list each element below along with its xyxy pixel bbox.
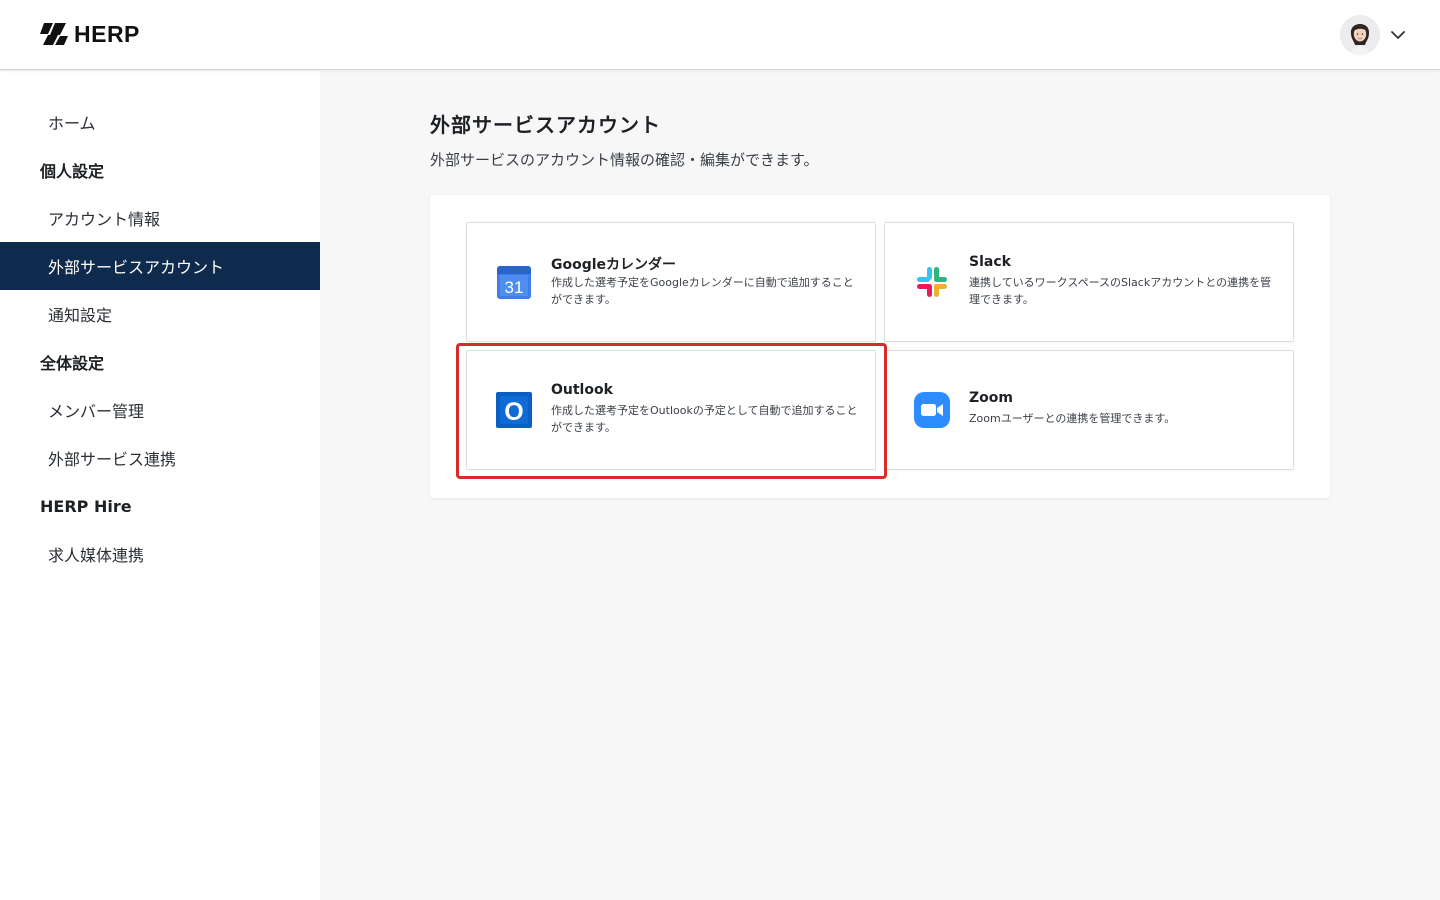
sidebar-item-home[interactable]: ホーム	[0, 98, 320, 146]
avatar-image	[1340, 15, 1380, 55]
user-menu[interactable]	[1340, 14, 1406, 56]
card-description: 作成した選考予定をGoogleカレンダーに自動で追加することができます。	[551, 276, 854, 306]
herp-logo-icon	[40, 23, 68, 45]
page-description: 外部サービスのアカウント情報の確認・編集ができます。	[430, 151, 819, 169]
sidebar-item-label: 外部サービス連携	[48, 450, 177, 469]
sidebar-item-job-board-integration[interactable]: 求人媒体連携	[0, 530, 320, 578]
main-content: 外部サービスアカウント 外部サービスのアカウント情報の確認・編集ができます。 3…	[320, 71, 1440, 900]
sidebar: ホーム 個人設定 アカウント情報 外部サービスアカウント 通知設定 全体設定 メ…	[0, 71, 320, 900]
outlook-card[interactable]: O Outlook 作成した選考予定をOutlookの予定として自動で追加するこ…	[466, 350, 876, 470]
sidebar-item-label: メンバー管理	[48, 402, 145, 421]
service-cards-panel: 31 Googleカレンダー 作成した選考予定をGoogleカレンダーに自動で追…	[430, 195, 1330, 498]
card-description: Zoomユーザーとの連携を管理できます。	[969, 412, 1176, 425]
slack-icon	[917, 267, 947, 297]
sidebar-item-label: ホーム	[48, 114, 96, 133]
top-header: HERP	[0, 0, 1440, 70]
slack-card[interactable]: Slack 連携しているワークスペースのSlackアカウントとの連携を管理できま…	[884, 222, 1294, 342]
sidebar-item-notification-settings[interactable]: 通知設定	[0, 290, 320, 338]
sidebar-group-label: 個人設定	[40, 162, 105, 181]
card-title: Googleカレンダー	[551, 257, 677, 273]
sidebar-item-external-service-integration[interactable]: 外部サービス連携	[0, 434, 320, 482]
sidebar-group-herp-hire: HERP Hire	[0, 482, 320, 530]
zoom-card[interactable]: Zoom Zoomユーザーとの連携を管理できます。	[884, 350, 1294, 470]
card-description: 作成した選考予定をOutlookの予定として自動で追加することができます。	[551, 404, 858, 434]
sidebar-group-label: HERP Hire	[40, 496, 132, 516]
sidebar-item-external-service-account[interactable]: 外部サービスアカウント	[0, 242, 320, 290]
svg-text:O: O	[504, 398, 523, 426]
logo-text: HERP	[74, 20, 140, 47]
card-title: Slack	[969, 254, 1011, 270]
google-calendar-card[interactable]: 31 Googleカレンダー 作成した選考予定をGoogleカレンダーに自動で追…	[466, 222, 876, 342]
zoom-icon	[914, 392, 950, 428]
sidebar-group-label: 全体設定	[40, 354, 105, 373]
sidebar-group-personal-settings: 個人設定	[0, 146, 320, 194]
sidebar-item-label: 通知設定	[48, 306, 113, 325]
card-title: Outlook	[551, 382, 613, 398]
sidebar-item-label: 求人媒体連携	[48, 546, 145, 565]
sidebar-item-label: 外部サービスアカウント	[48, 258, 225, 277]
avatar[interactable]	[1340, 15, 1380, 55]
outlook-icon: O	[496, 392, 532, 428]
svg-text:31: 31	[505, 278, 524, 297]
sidebar-group-global-settings: 全体設定	[0, 338, 320, 386]
sidebar-item-label: アカウント情報	[48, 210, 161, 229]
google-calendar-icon: 31	[497, 266, 531, 299]
card-description: 連携しているワークスペースのSlackアカウントとの連携を管理できます。	[969, 276, 1272, 306]
card-title: Zoom	[969, 390, 1013, 406]
page-title: 外部サービスアカウント	[430, 113, 661, 137]
chevron-down-icon[interactable]	[1390, 27, 1406, 43]
sidebar-item-member-management[interactable]: メンバー管理	[0, 386, 320, 434]
sidebar-item-account-info[interactable]: アカウント情報	[0, 194, 320, 242]
herp-logo[interactable]: HERP	[40, 21, 140, 47]
